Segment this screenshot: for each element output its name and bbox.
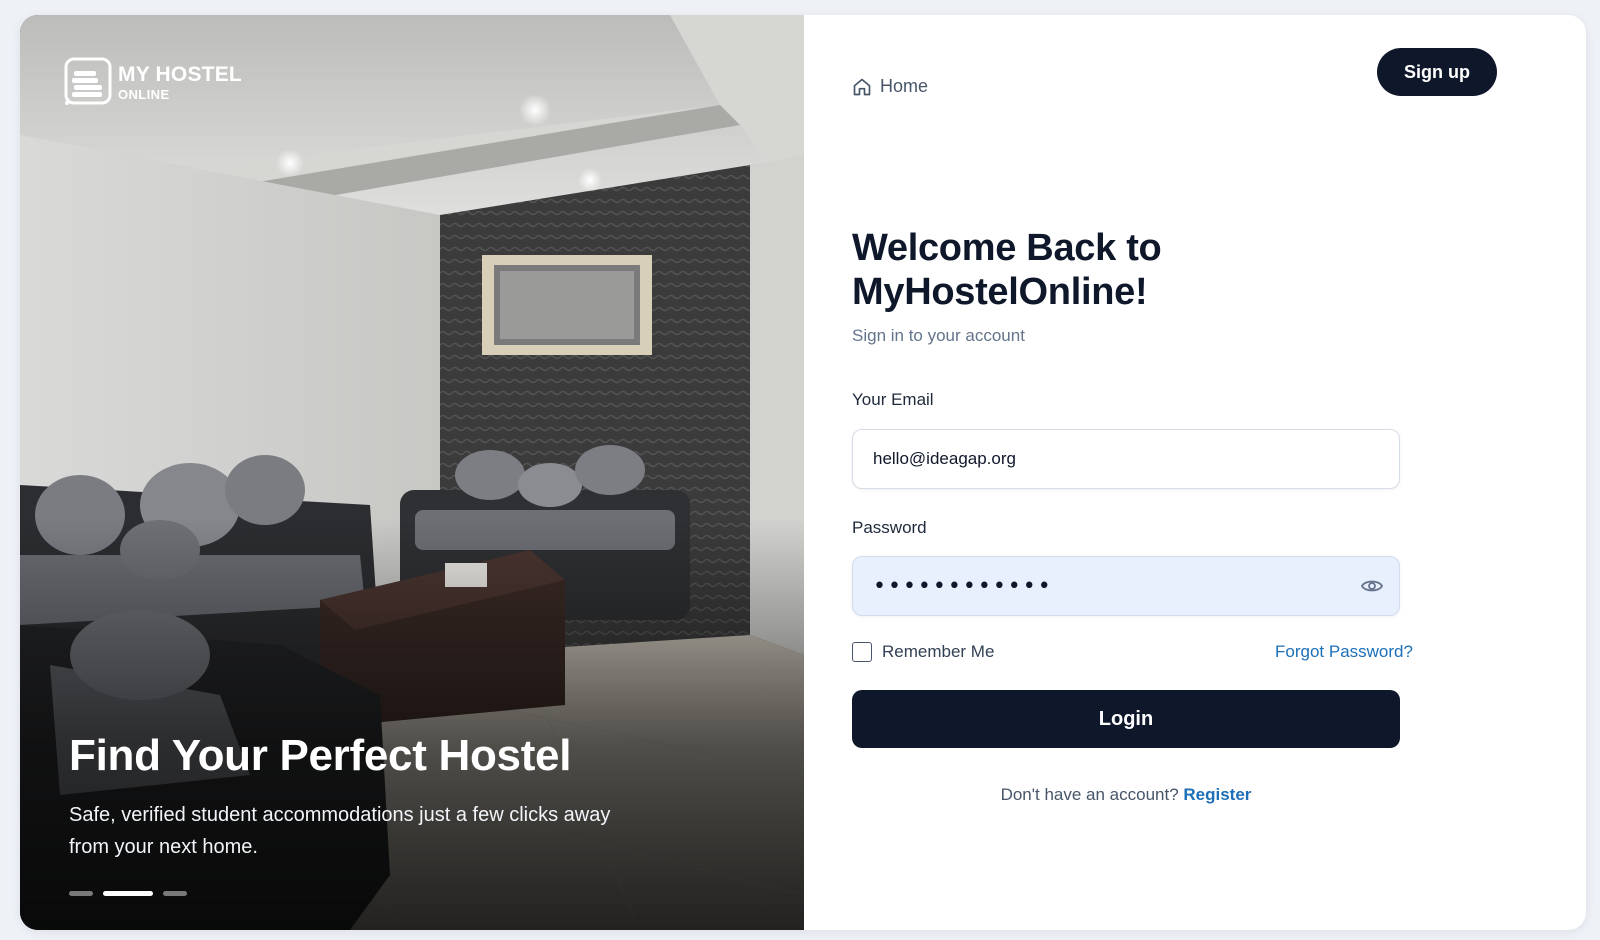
home-icon xyxy=(853,78,871,95)
carousel-indicators xyxy=(69,891,187,896)
email-field[interactable] xyxy=(852,429,1400,489)
carousel-dot-1[interactable] xyxy=(69,891,93,896)
logo-line-1: MY HOSTEL xyxy=(118,62,242,86)
hostel-logo-icon xyxy=(64,57,112,105)
hero-subtitle: Safe, verified student accommodations ju… xyxy=(69,804,611,858)
remember-me-checkbox[interactable] xyxy=(852,642,872,662)
remember-me[interactable]: Remember Me xyxy=(852,642,994,662)
logo-text: MY HOSTEL ONLINE xyxy=(118,64,242,101)
logo-line-2: ONLINE xyxy=(118,86,170,102)
register-link[interactable]: Register xyxy=(1183,785,1251,804)
home-link[interactable]: Home xyxy=(852,76,928,97)
hero-overlay xyxy=(20,15,804,930)
carousel-dot-3[interactable] xyxy=(163,891,187,896)
remember-me-label: Remember Me xyxy=(882,642,995,661)
hero-panel: MY HOSTEL ONLINE Find Your Perfect Hoste… xyxy=(20,15,804,930)
eye-icon xyxy=(1360,580,1384,592)
email-label: Your Email xyxy=(852,390,934,409)
welcome-heading: Welcome Back to MyHostelOnline! xyxy=(852,226,1372,314)
brand-logo[interactable]: MY HOSTEL ONLINE xyxy=(62,57,242,107)
carousel-dot-2[interactable] xyxy=(103,891,153,896)
signin-subtitle: Sign in to your account xyxy=(852,326,1025,345)
register-prompt-line: Don't have an account? Register xyxy=(852,785,1400,805)
home-link-label: Home xyxy=(880,76,929,96)
hero-title: Find Your Perfect Hostel xyxy=(69,731,572,780)
password-field[interactable]: •••••••••••• xyxy=(852,556,1400,616)
register-prompt: Don't have an account? xyxy=(1000,785,1184,804)
password-label: Password xyxy=(852,518,927,537)
password-field-wrapper: •••••••••••• xyxy=(852,556,1400,616)
signup-button[interactable]: Sign up xyxy=(1377,48,1497,96)
welcome-heading-line-1: Welcome Back to xyxy=(852,227,1162,269)
forgot-password-link[interactable]: Forgot Password? xyxy=(1275,642,1413,662)
welcome-heading-line-2: MyHostelOnline! xyxy=(852,271,1148,313)
show-password-button[interactable] xyxy=(1360,575,1384,597)
login-button[interactable]: Login xyxy=(852,690,1400,748)
